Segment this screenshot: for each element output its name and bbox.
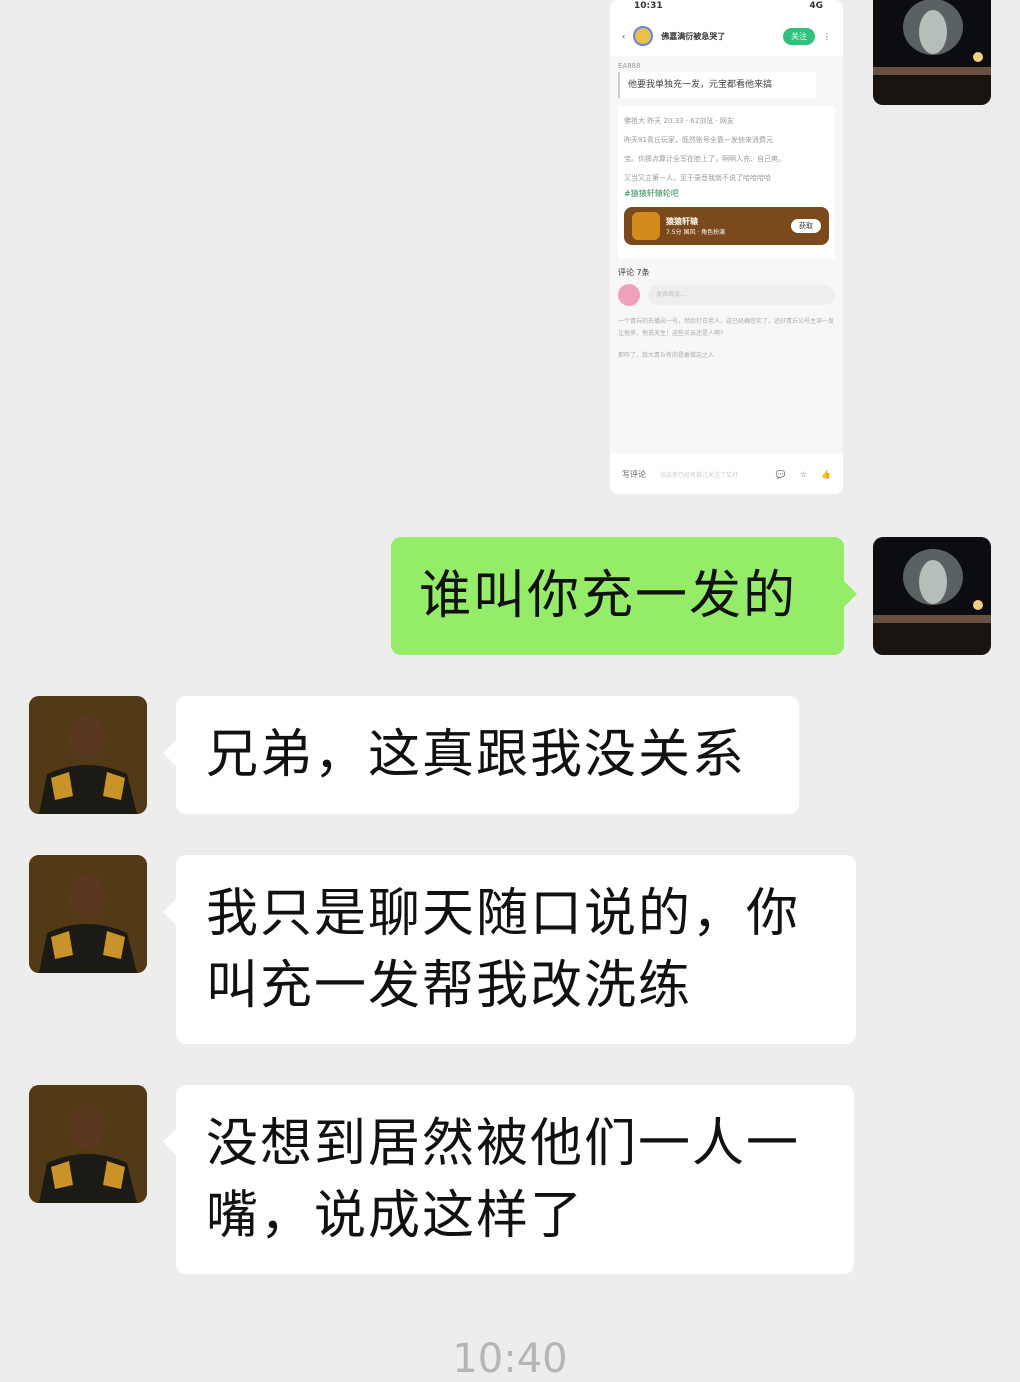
message-timestamp: 10:40: [452, 1336, 568, 1382]
screenshot-quote: 他要我单独充一发，元宝都看他来搞: [618, 72, 816, 98]
screenshot-bottom-label: 写评论: [622, 469, 646, 479]
screenshot-status-time: 10:31: [634, 1, 663, 11]
message-text-line: 兄弟，这真跟我没关系: [206, 725, 747, 785]
portrait-avatar-icon: [29, 1085, 147, 1203]
screenshot-author-avatar: [633, 26, 654, 46]
contact-avatar[interactable]: [29, 696, 147, 814]
night-fountain-avatar-icon: [873, 537, 991, 655]
incoming-message-bubble[interactable]: 我只是聊天随口说的，你 叫充一发帮我改洗练: [163, 855, 856, 1044]
message-text-line: 我只是聊天随口说的，你: [206, 884, 801, 944]
back-arrow-icon: ‹: [622, 31, 626, 41]
screenshot-author-name: 佛嘉满衍被急哭了: [661, 31, 726, 41]
message-text-line: 没想到居然被他们一人一: [206, 1114, 801, 1174]
game-icon: [632, 212, 660, 240]
screenshot-game-sub: 7.5分 国风 · 角色扮演: [666, 229, 726, 236]
screenshot-post-line-1: 昨天91青丘玩家，既然账号全靠一发他来消费元: [624, 136, 773, 144]
portrait-avatar-icon: [29, 696, 147, 814]
screenshot-comment-2: 那咋了，我大青丘有的是敢做这之人: [618, 352, 715, 359]
contact-avatar[interactable]: [29, 855, 147, 973]
screenshot-bottom-hint: 我这条已经有做过关注了又打: [660, 471, 739, 479]
message-text-line: 叫充一发帮我改洗练: [206, 956, 693, 1016]
shared-screenshot-image[interactable]: 10:31 4G ‹ 佛嘉满衍被急哭了 关注 ⋮ EA888 他要我单独充一发，…: [610, 0, 843, 494]
message-text-line: 谁叫你充一发的: [419, 566, 798, 626]
star-icon: ☆: [799, 469, 808, 479]
screenshot-post-line-3: 又当又立第一人，至于录音我就不说了哈哈哈哈: [624, 174, 771, 182]
screenshot-game-button: 获取: [791, 219, 821, 233]
screenshot-quote-label: EA888: [618, 62, 641, 70]
screenshot-game-name: 猿猿轩辕: [666, 217, 698, 226]
outgoing-message-bubble[interactable]: 谁叫你充一发的: [391, 537, 857, 655]
message-text-line: 嘴，说成这样了: [206, 1186, 585, 1246]
screenshot-bottom-bar: 写评论 我这条已经有做过关注了又打 💬 ☆ 👍: [610, 454, 843, 494]
screenshot-post: 佛祖大 昨天 20:33 · 62浏览 · 网友 昨天91青丘玩家，既然账号全靠…: [618, 106, 835, 259]
more-icon: ⋮: [823, 31, 831, 41]
screenshot-post-line-2: 宝。你那点算计全写在脸上了，啊啊人充、自己爽。: [624, 155, 785, 163]
screenshot-user-avatar: [618, 284, 640, 306]
my-avatar[interactable]: [873, 0, 991, 105]
incoming-message-bubble[interactable]: 没想到居然被他们一人一 嘴，说成这样了: [163, 1085, 854, 1274]
screenshot-status-bar: 10:31 4G: [610, 0, 843, 16]
portrait-avatar-icon: [29, 855, 147, 973]
screenshot-status-icons: 4G: [809, 1, 823, 11]
screenshot-comment-1: 一个青丘的去播出一号，然后打白老人，这已经确信实了。还好青丘公号主冲一发让他来，…: [618, 318, 835, 337]
incoming-message-bubble[interactable]: 兄弟，这真跟我没关系: [163, 696, 799, 814]
screenshot-comment-box: 发表观点...: [648, 285, 835, 305]
thumbs-up-icon: 👍: [821, 469, 831, 479]
comment-icon: 💬: [775, 469, 786, 479]
screenshot-post-meta: 佛祖大 昨天 20:33 · 62浏览 · 网友: [624, 117, 734, 125]
contact-avatar[interactable]: [29, 1085, 147, 1203]
screenshot-comment-input: 发表观点...: [618, 284, 835, 306]
screenshot-game-card: 猿猿轩辕 7.5分 国风 · 角色扮演 获取: [624, 207, 829, 245]
screenshot-comments-title: 评论 7条: [618, 268, 650, 277]
screenshot-post-tag: #猿猿轩辕轮吧: [624, 189, 679, 198]
screenshot-follow-button: 关注: [783, 27, 815, 45]
my-avatar[interactable]: [873, 537, 991, 655]
screenshot-top-nav: ‹ 佛嘉满衍被急哭了 关注 ⋮: [610, 16, 843, 56]
night-fountain-avatar-icon: [873, 0, 991, 105]
